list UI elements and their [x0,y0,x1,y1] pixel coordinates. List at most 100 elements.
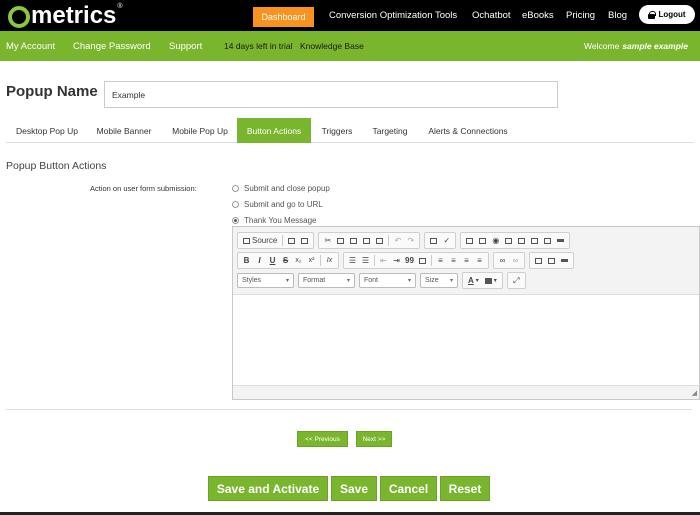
logo-text: metrics [31,2,117,29]
logout-button[interactable]: Logout [639,5,695,24]
toolbar-group-forms: ◉ [460,232,571,249]
radio-submit-close[interactable] [232,185,239,192]
logo-registered-mark: ® [117,3,123,10]
radio-submit-url[interactable] [232,201,239,208]
dashboard-button[interactable]: Dashboard [253,7,314,27]
nav-ebooks[interactable]: eBooks [522,0,554,31]
horizontal-line-button[interactable] [558,254,571,267]
tab-mobile-pop-up[interactable]: Mobile Pop Up [164,118,236,143]
undo-button[interactable]: ↶ [391,234,404,247]
remove-format-button[interactable]: Ix [323,254,336,267]
align-justify-button[interactable]: ≡ [473,254,486,267]
paste-text-button[interactable] [360,234,373,247]
select-button[interactable] [528,234,541,247]
cancel-button[interactable]: Cancel [380,476,437,501]
background-color-icon [484,277,492,284]
toolbar-group-editing: ✓ [424,232,457,249]
hidden-field-button[interactable] [554,234,567,247]
paste-word-button[interactable] [373,234,386,247]
subscript-button[interactable]: x₂ [292,254,305,267]
bold-button[interactable]: B [240,254,253,267]
radio-thank-you[interactable] [232,217,239,224]
radio-button[interactable]: ◉ [489,234,502,247]
form-submission-label: Action on user form submission: [90,184,197,193]
link-button[interactable]: ∞ [496,254,509,267]
trial-status: 14 days left in trial [224,41,293,51]
tab-triggers[interactable]: Triggers [314,118,360,143]
nav-blog[interactable]: Blog [608,0,627,31]
copy-button[interactable] [334,234,347,247]
maximize-button[interactable]: ⤢ [510,274,523,287]
reset-button[interactable]: Reset [440,476,490,501]
imagebutton-icon [544,237,552,244]
div-button[interactable] [416,254,429,267]
imagebutton-button[interactable] [541,234,554,247]
cut-button[interactable]: ✂ [321,234,334,247]
toolbar-group-paragraph: ☰ ☰ ⇤ ⇥ 99 ≡ ≡ ≡ ≡ [343,252,489,269]
toolbar-separator [431,255,432,266]
templates-button[interactable] [298,234,311,247]
change-password-link[interactable]: Change Password [73,31,151,61]
save-and-activate-button[interactable]: Save and Activate [208,476,328,501]
nav-conversion-tools[interactable]: Conversion Optimization Tools [329,0,457,31]
textarea-icon [518,237,526,244]
strike-button[interactable]: S [279,254,292,267]
toolbar-group-document: Source [237,232,315,249]
bulleted-list-button[interactable]: ☰ [359,254,372,267]
numbered-list-button[interactable]: ☰ [346,254,359,267]
my-account-link[interactable]: My Account [6,31,55,61]
textfield-icon [505,237,513,244]
background-color-button[interactable]: ▾ [482,274,500,287]
tab-button-actions[interactable]: Button Actions [237,118,311,143]
preview-button[interactable] [285,234,298,247]
toolbar-group-insert [529,252,574,269]
support-link[interactable]: Support [169,31,202,61]
image-button[interactable] [532,254,545,267]
nav-ochatbot[interactable]: Ochatbot [472,0,511,31]
resize-handle-icon[interactable]: ◢ [692,389,697,397]
align-right-button[interactable]: ≡ [460,254,473,267]
table-button[interactable] [545,254,558,267]
source-button[interactable]: Source [240,234,280,247]
editor-content-area[interactable] [233,294,699,386]
tab-targeting[interactable]: Targeting [366,118,414,143]
textarea-button[interactable] [515,234,528,247]
find-button[interactable] [427,234,440,247]
font-select[interactable]: Font ▾ [359,273,416,288]
underline-button[interactable]: U [266,254,279,267]
option-thank-you[interactable]: Thank You Message [232,216,317,225]
styles-select[interactable]: Styles ▾ [237,273,294,288]
superscript-button[interactable]: x² [305,254,318,267]
save-button[interactable]: Save [331,476,377,501]
blockquote-button[interactable]: 99 [403,254,416,267]
italic-button[interactable]: I [253,254,266,267]
tab-alerts-connections[interactable]: Alerts & Connections [420,118,516,143]
tab-mobile-banner[interactable]: Mobile Banner [90,118,158,143]
toolbar-row-2: B I U S x₂ x² Ix ☰ ☰ ⇤ ⇥ 99 ≡ ≡ ≡ ≡ ∞ ∞ [237,252,578,269]
previous-button[interactable]: << Previous [297,431,348,447]
unlink-button[interactable]: ∞ [509,254,522,267]
next-button[interactable]: Next >> [356,431,392,447]
outdent-button[interactable]: ⇤ [377,254,390,267]
popup-name-input[interactable] [104,81,558,108]
spellcheck-button[interactable]: ✓ [440,234,453,247]
option-label: Submit and go to URL [244,200,323,209]
nav-pricing[interactable]: Pricing [566,0,595,31]
align-left-button[interactable]: ≡ [434,254,447,267]
option-submit-url[interactable]: Submit and go to URL [232,200,323,209]
align-center-button[interactable]: ≡ [447,254,460,267]
form-button[interactable] [463,234,476,247]
knowledge-base-link[interactable]: Knowledge Base [300,31,364,61]
size-select[interactable]: Size ▾ [420,273,458,288]
div-icon [419,257,426,264]
option-submit-close[interactable]: Submit and close popup [232,184,330,193]
textfield-button[interactable] [502,234,515,247]
paste-button[interactable] [347,234,360,247]
redo-button[interactable]: ↷ [404,234,417,247]
format-select[interactable]: Format ▾ [298,273,355,288]
text-color-button[interactable]: A ▾ [465,274,482,287]
tab-desktop-pop-up[interactable]: Desktop Pop Up [6,118,88,143]
checkbox-button[interactable] [476,234,489,247]
indent-button[interactable]: ⇥ [390,254,403,267]
ometrics-logo[interactable]: metrics ® [8,2,123,28]
